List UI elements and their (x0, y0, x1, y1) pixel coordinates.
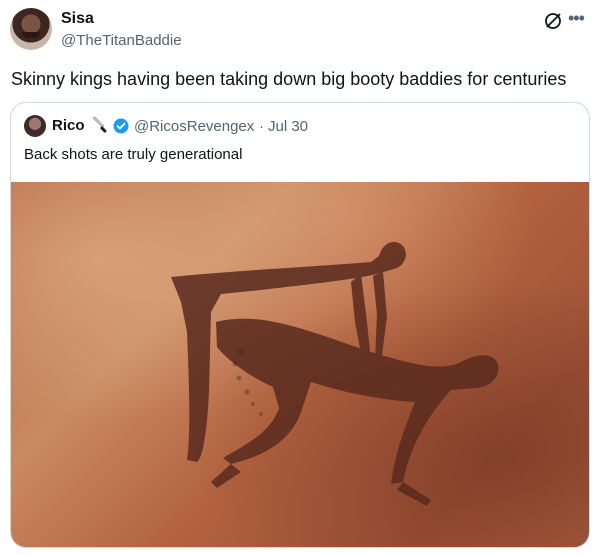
quoted-author-avatar[interactable] (24, 115, 46, 137)
grok-icon[interactable] (543, 11, 563, 31)
tweet-text: Skinny kings having been taking down big… (11, 69, 567, 89)
dot-separator: · (259, 118, 264, 135)
knife-icon (92, 116, 107, 133)
author-handle[interactable]: @TheTitanBaddie (61, 32, 182, 49)
quoted-date[interactable]: Jul 30 (268, 118, 308, 135)
verified-badge-icon (113, 118, 129, 134)
quoted-author-name[interactable]: Rico (52, 117, 85, 134)
cave-painting-figures (171, 241, 499, 506)
more-icon[interactable]: ••• (568, 8, 585, 29)
quoted-tweet[interactable]: Rico @RicosRevengex · Jul 30 Back shots … (10, 102, 590, 548)
author-avatar[interactable] (10, 8, 52, 50)
author-name[interactable]: Sisa (61, 10, 94, 28)
cave-painting-image[interactable] (11, 182, 589, 547)
quoted-text: Back shots are truly generational (24, 146, 243, 163)
quoted-author-handle[interactable]: @RicosRevengex (134, 118, 254, 135)
